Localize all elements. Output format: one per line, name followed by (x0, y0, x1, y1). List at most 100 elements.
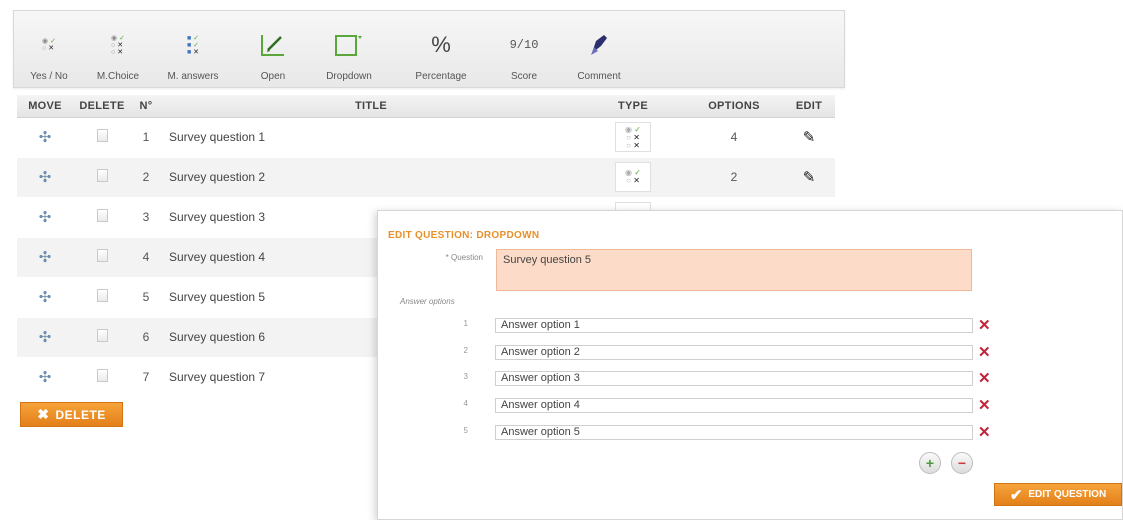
add-answer-button[interactable]: + (919, 452, 941, 474)
delete-checkbox[interactable] (96, 369, 108, 382)
answer-input[interactable]: Answer option 4 (495, 398, 973, 413)
drag-handle-icon[interactable]: ✣ (39, 209, 52, 226)
header-title: TITLE (161, 95, 581, 118)
tool-label: Comment (577, 71, 621, 82)
drag-handle-icon[interactable]: ✣ (39, 249, 52, 266)
percentage-icon: % (431, 25, 451, 65)
drag-handle-icon[interactable]: ✣ (39, 329, 52, 346)
edit-pencil-icon[interactable]: ✎ (803, 169, 816, 186)
check-icon: ✔ (1009, 486, 1023, 504)
yes-no-icon: ◉ ✓○ ✕ (615, 162, 651, 192)
answer-input[interactable]: Answer option 1 (495, 318, 973, 333)
drag-handle-icon[interactable]: ✣ (39, 369, 52, 386)
dropdown-icon (334, 25, 364, 65)
row-number: 6 (131, 317, 161, 358)
tool-label: Percentage (415, 71, 467, 82)
row-options: 2 (685, 157, 783, 198)
score-glyph: 9/10 (509, 38, 539, 52)
drag-handle-icon[interactable]: ✣ (39, 169, 52, 186)
tool-score[interactable]: 9/10 Score (498, 11, 550, 89)
answer-number: 3 (463, 372, 468, 381)
answer-row: 4 Answer option 4 ✕ (378, 396, 1123, 416)
percentage-glyph: % (431, 32, 451, 57)
question-type-toolbar: ◉ ✓ ○ ✕ Yes / No ◉ ✓ ○ ✕ ○ ✕ M.Choice ■ ✓ ■ … (13, 10, 845, 88)
delete-checkbox[interactable] (96, 129, 108, 142)
answer-row: 5 Answer option 5 ✕ (378, 423, 1123, 443)
header-type: TYPE (581, 95, 685, 118)
tool-multiple-answers[interactable]: ■ ✓ ■ ✓ ■ ✕ M. answers (160, 11, 226, 89)
answer-input[interactable]: Answer option 2 (495, 345, 973, 360)
tool-dropdown[interactable]: Dropdown (320, 11, 378, 89)
remove-answer-icon[interactable]: ✕ (978, 396, 991, 414)
answer-row: 1 Answer option 1 ✕ (378, 316, 1123, 336)
tool-open[interactable]: Open (250, 11, 296, 89)
header-number: N° (131, 95, 161, 118)
delete-checkbox[interactable] (96, 169, 108, 182)
table-row: ✣ 2 Survey question 2 ◉ ✓ ○ ✕ 2 ✎ (17, 157, 835, 198)
delete-button[interactable]: ✖ DELETE (20, 402, 123, 427)
delete-checkbox[interactable] (96, 249, 108, 262)
header-move: MOVE (17, 95, 73, 118)
edit-question-dialog: EDIT QUESTION: DROPDOWN * Question Surve… (377, 210, 1123, 520)
row-options: 4 (685, 117, 783, 158)
yes-no-icon: ◉ ✓○ ✕ (42, 38, 56, 52)
tool-multiple-choice[interactable]: ◉ ✓ ○ ✕ ○ ✕ M.Choice (88, 11, 148, 89)
tool-label: Score (510, 71, 538, 82)
plus-icon: + (925, 455, 935, 471)
header-options: OPTIONS (685, 95, 783, 118)
tool-label: M.Choice (96, 71, 140, 82)
tool-label: Open (260, 71, 286, 82)
header-edit: EDIT (783, 95, 835, 118)
tool-label: M. answers (167, 71, 219, 82)
remove-answer-icon[interactable]: ✕ (978, 423, 991, 441)
row-number: 5 (131, 277, 161, 318)
edit-question-label: EDIT QUESTION (1028, 489, 1107, 500)
remove-answer-icon[interactable]: ✕ (978, 343, 991, 361)
delete-checkbox[interactable] (96, 289, 108, 302)
multiple-choice-icon: ◉ ✓ ○ ✕ ○ ✕ (111, 34, 125, 56)
delete-checkbox[interactable] (96, 329, 108, 342)
tool-label: Yes / No (30, 71, 68, 82)
answer-input[interactable]: Answer option 3 (495, 371, 973, 386)
dialog-title: EDIT QUESTION: DROPDOWN (388, 230, 540, 241)
answer-number: 4 (463, 399, 468, 408)
tool-comment[interactable]: Comment (570, 11, 628, 89)
answer-row: 3 Answer option 3 ✕ (378, 369, 1123, 389)
question-label: * Question (445, 253, 483, 262)
drag-handle-icon[interactable]: ✣ (39, 289, 52, 306)
row-title: Survey question 2 (161, 157, 581, 198)
answer-input[interactable]: Answer option 5 (495, 425, 973, 440)
multiple-choice-icon: ◉ ✓ ○ ✕ ○ ✕ (615, 122, 651, 152)
row-number: 3 (131, 197, 161, 238)
remove-answer-icon[interactable]: ✕ (978, 369, 991, 387)
row-number: 1 (131, 117, 161, 158)
tool-percentage[interactable]: % Percentage (406, 11, 476, 89)
row-number: 4 (131, 237, 161, 278)
answer-number: 5 (463, 426, 468, 435)
score-icon: 9/10 (510, 25, 539, 65)
drag-handle-icon[interactable]: ✣ (39, 129, 52, 146)
minus-icon: − (957, 455, 967, 471)
table-row: ✣ 1 Survey question 1 ◉ ✓ ○ ✕ ○ ✕ 4 ✎ (17, 117, 835, 158)
close-icon: ✖ (37, 406, 50, 422)
edit-pencil-icon[interactable]: ✎ (803, 129, 816, 146)
multiple-answers-icon: ■ ✓ ■ ✓ ■ ✕ (186, 34, 200, 56)
remove-answer-icon[interactable]: ✕ (978, 316, 991, 334)
answer-number: 1 (463, 319, 468, 328)
tool-label: Dropdown (326, 71, 372, 82)
tool-yes-no[interactable]: ◉ ✓ ○ ✕ Yes / No (22, 11, 76, 89)
open-question-icon (259, 25, 287, 65)
answer-number: 2 (463, 346, 468, 355)
edit-question-button[interactable]: ✔ EDIT QUESTION (994, 483, 1122, 506)
row-number: 2 (131, 157, 161, 198)
delete-button-label: DELETE (55, 407, 106, 422)
answer-options-label: Answer options (400, 297, 455, 306)
question-field[interactable]: Survey question 5 (496, 249, 972, 291)
delete-checkbox[interactable] (96, 209, 108, 222)
remove-answer-button[interactable]: − (951, 452, 973, 474)
comment-icon (588, 25, 610, 65)
row-number: 7 (131, 357, 161, 398)
header-delete: DELETE (73, 95, 131, 118)
answer-row: 2 Answer option 2 ✕ (378, 343, 1123, 363)
row-title: Survey question 1 (161, 117, 581, 158)
